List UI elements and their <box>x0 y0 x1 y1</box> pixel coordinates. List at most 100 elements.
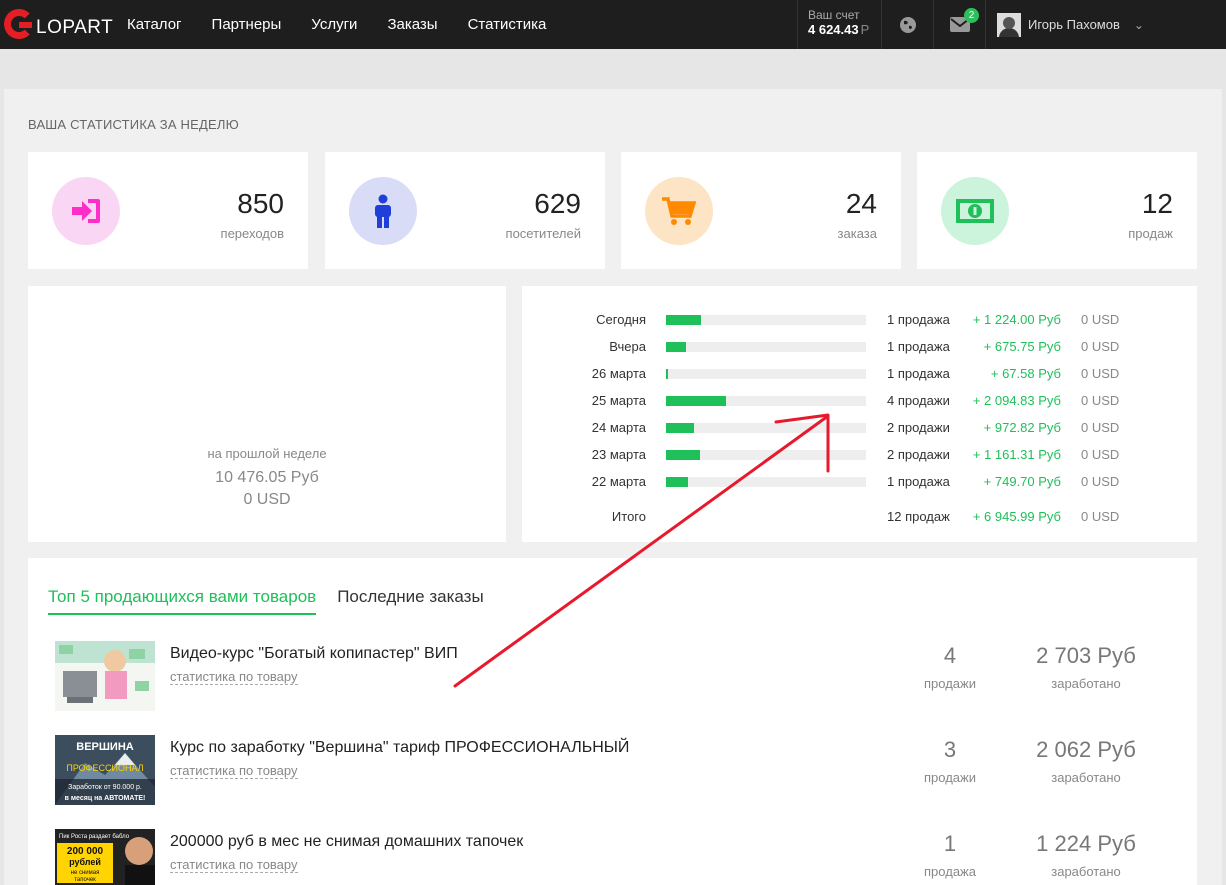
product-title[interactable]: 200000 руб в мес не снимая домашних тапо… <box>170 833 523 851</box>
stat-value: 629 <box>534 188 581 219</box>
account-label: Ваш счет <box>808 8 860 22</box>
stat-value: 12 <box>1141 188 1173 219</box>
thumb-text: ВЕРШИНА <box>76 741 134 753</box>
top-products-card: Топ 5 продающихся вами товаров Последние… <box>28 558 1197 885</box>
product-sales-label: продажи <box>924 770 976 785</box>
daily-usd: 0 USD <box>1081 420 1120 435</box>
tab-top-products[interactable]: Топ 5 продающихся вами товаров <box>48 587 317 615</box>
product-stats-link[interactable]: статистика по товару <box>170 857 298 873</box>
section-title: ВАША СТАТИСТИКА ЗА НЕДЕЛЮ <box>28 117 239 132</box>
daily-day: 25 марта <box>591 393 646 408</box>
product-thumbnail[interactable]: ВЕРШИНА ПРОФЕССИОНАЛ Заработок от 90.000… <box>55 735 155 805</box>
cart-icon <box>662 197 696 225</box>
daily-count: 2 продажи <box>887 447 950 462</box>
daily-bar-fill <box>666 450 700 460</box>
daily-rub: + 675.75 Руб <box>983 339 1061 354</box>
main-content: ВАША СТАТИСТИКА ЗА НЕДЕЛЮ 850 переходов … <box>4 89 1222 885</box>
product-earned: 2 062 Руб <box>1036 737 1136 762</box>
daily-count: 1 продажа <box>887 474 950 489</box>
thumb-text: не снимая <box>71 870 100 876</box>
daily-row: Вчера 1 продажа + 675.75 Руб 0 USD <box>522 333 1197 360</box>
thumb-text: рублей <box>69 857 101 867</box>
daily-bar-fill <box>666 342 686 352</box>
stat-label: продаж <box>1128 226 1173 241</box>
product-earned-label: заработано <box>1051 770 1121 785</box>
daily-bar-fill <box>666 369 668 379</box>
daily-rub: + 1 224.00 Руб <box>972 312 1061 327</box>
globe-button[interactable] <box>881 0 933 49</box>
daily-usd: 0 USD <box>1081 366 1120 381</box>
product-title[interactable]: Видео-курс "Богатый копипастер" ВИП <box>170 645 458 663</box>
tab-recent-orders[interactable]: Последние заказы <box>337 587 484 615</box>
daily-usd: 0 USD <box>1081 339 1120 354</box>
daily-bar-track <box>666 396 866 406</box>
stat-label: заказа <box>837 226 877 241</box>
daily-count: 1 продажа <box>887 339 950 354</box>
daily-total-usd: 0 USD <box>1081 509 1120 524</box>
daily-rub: + 2 094.83 Руб <box>972 393 1061 408</box>
daily-bar-track <box>666 342 866 352</box>
daily-rub: + 972.82 Руб <box>983 420 1061 435</box>
nav-services[interactable]: Услуги <box>311 16 357 33</box>
stat-label: переходов <box>220 226 284 241</box>
product-row: Пик Роста раздает бабло 200 000 рублей н… <box>28 829 1197 885</box>
daily-bar-track <box>666 369 866 379</box>
daily-count: 4 продажи <box>887 393 950 408</box>
product-earned: 1 224 Руб <box>1036 831 1136 856</box>
daily-bar-fill <box>666 396 726 406</box>
nav-orders[interactable]: Заказы <box>387 16 437 33</box>
product-stats-link[interactable]: статистика по товару <box>170 669 298 685</box>
daily-count: 2 продажи <box>887 420 950 435</box>
money-icon <box>956 199 994 223</box>
user-menu[interactable]: Игорь Пахомов ⌄ <box>985 0 1226 49</box>
daily-usd: 0 USD <box>1081 312 1120 327</box>
user-name: Игорь Пахомов <box>1028 17 1120 32</box>
account-currency: Р <box>860 22 870 37</box>
top-navbar: LOPART Каталог Партнеры Услуги Заказы Ст… <box>0 0 1226 49</box>
daily-day: 26 марта <box>591 366 646 381</box>
daily-day: 23 марта <box>591 447 646 462</box>
daily-row: 23 марта 2 продажи + 1 161.31 Руб 0 USD <box>522 441 1197 468</box>
daily-count: 1 продажа <box>887 366 950 381</box>
last-week-rub: 10 476.05 Руб <box>215 469 319 486</box>
main-nav: Каталог Партнеры Услуги Заказы Статистик… <box>127 0 576 49</box>
logo[interactable]: LOPART <box>0 0 115 49</box>
daily-bar-fill <box>666 423 694 433</box>
product-sales-count: 3 <box>943 737 957 762</box>
daily-bar-track <box>666 423 866 433</box>
stat-card-sales: 12 продаж <box>917 152 1197 269</box>
product-sales-label: продажа <box>924 864 976 879</box>
thumb-text: Заработок от 90.000 р. <box>68 783 142 791</box>
product-stats-link[interactable]: статистика по товару <box>170 763 298 779</box>
daily-bar-track <box>666 315 866 325</box>
stat-label: посетителей <box>505 226 581 241</box>
product-thumbnail[interactable]: Пик Роста раздает бабло 200 000 рублей н… <box>55 829 155 885</box>
stat-icon-circle <box>52 177 120 245</box>
daily-count: 1 продажа <box>887 312 950 327</box>
product-title[interactable]: Курс по заработку "Вершина" тариф ПРОФЕС… <box>170 739 629 757</box>
account-value: 4 624.43 <box>808 22 859 37</box>
nav-partners[interactable]: Партнеры <box>212 16 282 33</box>
mail-button[interactable]: 2 <box>933 0 985 49</box>
thumb-text: в месяц на АВТОМАТЕ! <box>65 795 146 802</box>
daily-bar-track <box>666 450 866 460</box>
avatar <box>997 12 1021 37</box>
stat-icon-circle <box>645 177 713 245</box>
product-sales-count: 1 <box>943 831 957 856</box>
daily-row: 24 марта 2 продажи + 972.82 Руб 0 USD <box>522 414 1197 441</box>
product-sales-label: продажи <box>924 676 976 691</box>
account-balance[interactable]: Ваш счет 4 624.43 Р <box>797 0 881 49</box>
daily-row: Сегодня 1 продажа + 1 224.00 Руб 0 USD <box>522 306 1197 333</box>
stat-value: 850 <box>237 188 284 219</box>
product-earned-label: заработано <box>1051 864 1121 879</box>
nav-statistics[interactable]: Статистика <box>468 16 547 33</box>
product-sales-count: 4 <box>943 643 957 668</box>
thumb-text: Пик Роста раздает бабло <box>59 834 130 840</box>
daily-total-rub: + 6 945.99 Руб <box>972 509 1061 524</box>
stat-value: 24 <box>845 188 877 219</box>
product-thumbnail[interactable] <box>55 641 155 711</box>
daily-bar-fill <box>666 477 688 487</box>
nav-catalog[interactable]: Каталог <box>127 16 182 33</box>
daily-row: 22 марта 1 продажа + 749.70 Руб 0 USD <box>522 468 1197 495</box>
product-row: ВЕРШИНА ПРОФЕССИОНАЛ Заработок от 90.000… <box>28 735 1197 807</box>
